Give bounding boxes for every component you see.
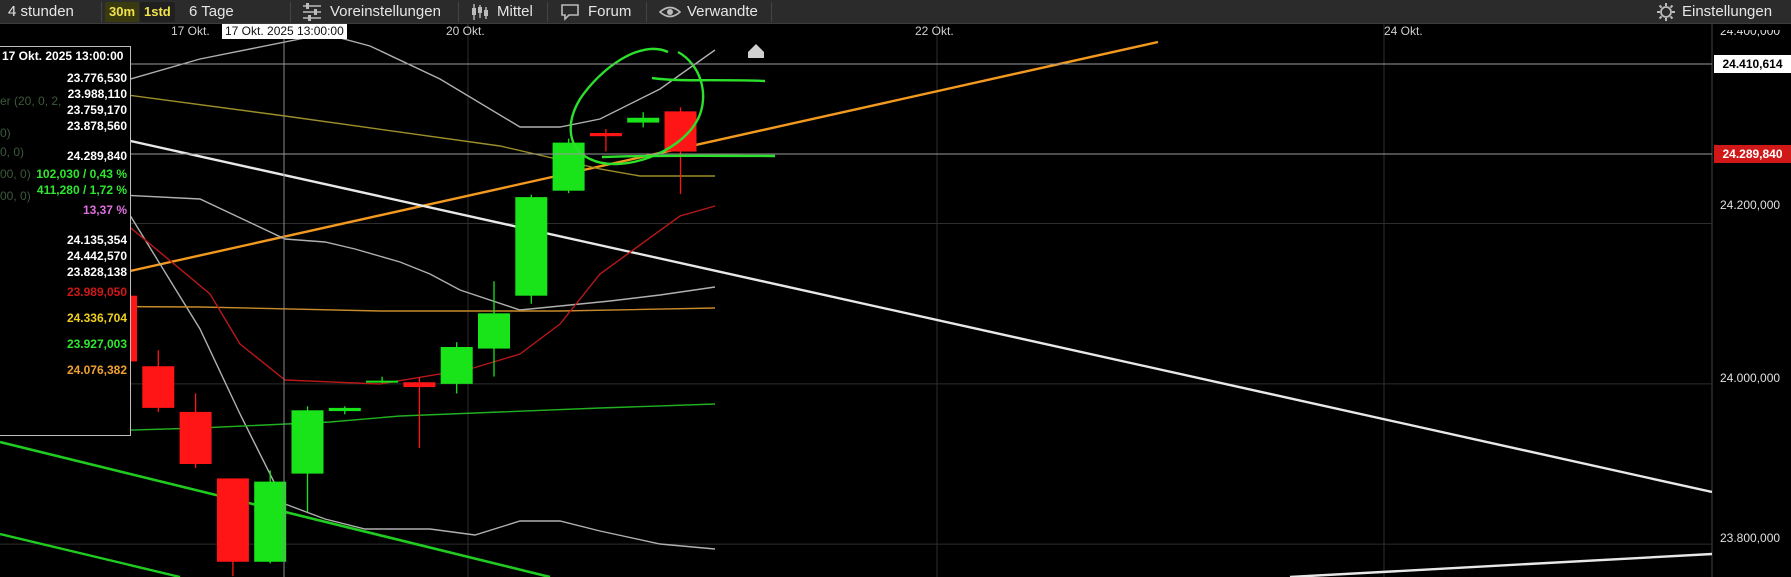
candle-up[interactable] xyxy=(328,407,361,412)
y-tick-label-partial: 24.400,000 xyxy=(1720,30,1781,38)
info-panel-value: 23.759,170 xyxy=(66,103,127,117)
candle-down[interactable] xyxy=(179,411,212,464)
info-panel-date: 17 Okt. 2025 13:00:00 xyxy=(2,49,124,63)
settings-button[interactable]: Einstellungen xyxy=(1682,0,1772,24)
toolbar-separator xyxy=(771,2,772,22)
x-tick-label: 17 Okt. xyxy=(171,24,210,38)
candlestick-icon xyxy=(470,3,490,26)
toolbar-separator xyxy=(290,2,291,22)
x-tick-label: 22 Okt. xyxy=(915,24,954,38)
white-trendline[interactable] xyxy=(0,110,1712,494)
y-tick-label: 24.000,000 xyxy=(1720,371,1781,385)
price-flag-current: 24.289,840 xyxy=(1714,145,1791,163)
info-panel-value: 23.776,530 xyxy=(66,71,127,85)
candle-down[interactable] xyxy=(403,382,436,388)
related-button[interactable]: Verwandte xyxy=(687,0,758,24)
candle-up[interactable] xyxy=(627,117,660,123)
indicator-params-label: 00, 0) xyxy=(0,167,31,181)
indicator-params-label: er (20, 0, 2, xyxy=(0,94,62,108)
info-panel-value: 24.442,570 xyxy=(66,249,127,263)
toolbar-separator xyxy=(458,2,459,22)
sliders-icon xyxy=(302,3,322,26)
candle-down[interactable] xyxy=(589,132,622,137)
green-hand-drawn-lower-line[interactable] xyxy=(601,154,776,159)
indicator-params-label: 00, 0) xyxy=(0,189,31,203)
candles-group[interactable] xyxy=(105,107,697,577)
y-tick-label: 24.200,000 xyxy=(1720,198,1781,212)
house-marker-icon[interactable] xyxy=(748,44,764,58)
price-flag-top: 24.410,614 xyxy=(1714,55,1791,73)
red-moving-average xyxy=(119,205,716,385)
toolbar-separator xyxy=(547,2,548,22)
candle-up[interactable] xyxy=(515,197,548,296)
info-panel-value: 102,030 / 0,43 % xyxy=(36,167,127,181)
candle-down[interactable] xyxy=(216,478,249,562)
indicator-button[interactable]: Mittel xyxy=(497,0,533,24)
speech-bubble-icon xyxy=(560,3,580,26)
info-panel-value: 24.289,840 xyxy=(66,149,127,163)
price-chart[interactable] xyxy=(0,24,1791,577)
info-panel-value: 24.135,354 xyxy=(66,233,127,247)
info-panel-value: 23.988,110 xyxy=(67,87,127,101)
period-button[interactable]: 6 Tage xyxy=(189,0,234,24)
candle-down[interactable] xyxy=(142,366,175,408)
candle-up[interactable] xyxy=(440,346,473,384)
candle-up[interactable] xyxy=(366,380,399,383)
chart-area[interactable]: 17 Okt. 20 Okt. 22 Okt. 24 Okt. 17 Okt. … xyxy=(0,24,1791,577)
eye-icon xyxy=(658,3,682,26)
info-panel-value: 13,37 % xyxy=(82,203,127,217)
x-tick-label: 20 Okt. xyxy=(446,24,485,38)
forum-button[interactable]: Forum xyxy=(588,0,631,24)
green-channel-line-lower[interactable] xyxy=(0,532,181,577)
indicator-params-label: 0) xyxy=(0,126,11,140)
info-panel-value: 24.336,704 xyxy=(66,311,127,325)
x-tick-label: 24 Okt. xyxy=(1384,24,1423,38)
candle-up[interactable] xyxy=(478,313,510,349)
candle-up[interactable] xyxy=(254,481,287,562)
info-panel-value: 23.878,560 xyxy=(66,119,127,133)
toolbar-separator xyxy=(646,2,647,22)
crosshair-date-label: 17 Okt. 2025 13:00:00 xyxy=(222,24,347,39)
toolbar: 4 stunden 30m 1std 6 Tage Voreinstellung… xyxy=(0,0,1791,24)
candle-down[interactable] xyxy=(664,111,697,152)
interval-30m-button[interactable]: 30m xyxy=(105,2,140,22)
candle-up[interactable] xyxy=(552,142,585,191)
gear-icon[interactable] xyxy=(1657,3,1675,26)
info-panel-value: 23.927,003 xyxy=(66,337,127,351)
green-hand-drawn-upper-line[interactable] xyxy=(651,76,766,83)
candle-up[interactable] xyxy=(291,410,324,474)
info-panel-value: 24.076,382 xyxy=(66,363,127,377)
indicator-params-label: 0, 0) xyxy=(0,145,25,159)
info-panel-value: 411,280 / 1,72 % xyxy=(36,183,127,197)
info-panel-value: 23.828,138 xyxy=(66,265,127,279)
interval-1std-button[interactable]: 1std xyxy=(140,2,175,22)
toolbar-separator xyxy=(101,2,102,22)
white-support-line[interactable] xyxy=(1289,552,1712,577)
info-panel: 17 Okt. 2025 13:00:00 er (20, 0, 2, 0) 0… xyxy=(0,46,131,436)
range-label[interactable]: 4 stunden xyxy=(8,0,74,24)
presets-button[interactable]: Voreinstellungen xyxy=(330,0,441,24)
info-panel-value: 23.989,050 xyxy=(66,285,127,299)
y-tick-label: 23.800,000 xyxy=(1720,531,1781,545)
